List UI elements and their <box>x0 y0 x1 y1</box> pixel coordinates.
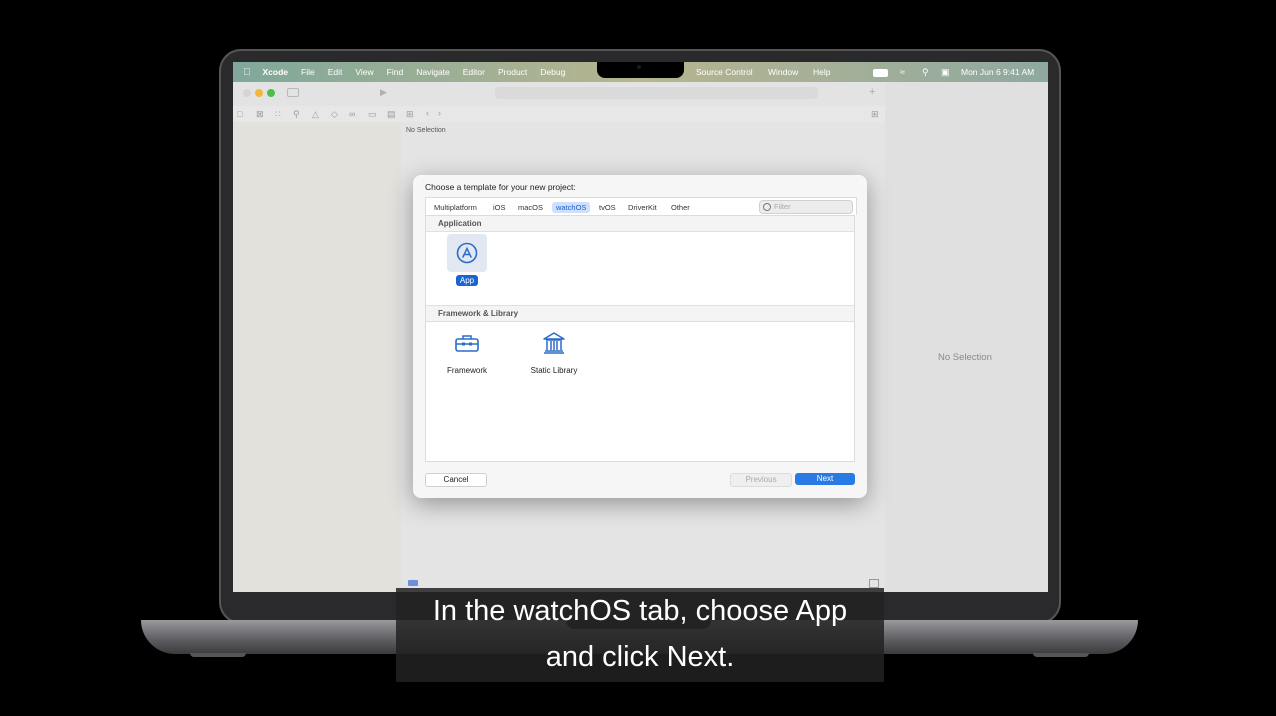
window-close-button[interactable] <box>243 89 251 97</box>
next-button[interactable]: Next <box>795 473 855 485</box>
menu-help[interactable]: Help <box>813 67 830 77</box>
menu-edit[interactable]: Edit <box>328 67 343 77</box>
camera-notch <box>597 62 684 78</box>
symbol-navigator-icon[interactable]: ∷ <box>275 109 281 120</box>
caption-line-1: In the watchOS tab, choose App <box>432 595 848 627</box>
menu-file[interactable]: File <box>301 67 315 77</box>
window-minimize-button[interactable] <box>255 89 263 97</box>
battery-icon[interactable] <box>873 69 888 77</box>
template-static-library[interactable]: Static Library <box>524 324 584 376</box>
menu-debug[interactable]: Debug <box>540 67 565 77</box>
new-project-template-dialog: Choose a template for your new project: … <box>413 175 867 498</box>
inspector-pane: No Selection <box>885 82 1048 592</box>
find-navigator-icon[interactable]: ⚲ <box>293 109 300 120</box>
platform-tabs: Multiplatform iOS macOS watchOS tvOS Dri… <box>425 197 857 215</box>
tab-tvos[interactable]: tvOS <box>595 202 620 213</box>
tab-watchos[interactable]: watchOS <box>552 202 591 213</box>
section-framework-library: Framework & Library <box>426 305 854 322</box>
previous-button[interactable]: Previous <box>730 473 792 487</box>
toolbox-icon <box>447 324 487 362</box>
filter-field[interactable]: Filter <box>759 200 853 214</box>
tab-ios[interactable]: iOS <box>489 202 510 213</box>
forward-icon[interactable]: › <box>438 108 441 118</box>
section-application: Application <box>426 216 854 232</box>
spotlight-search-icon[interactable]: ⚲ <box>922 67 929 78</box>
activity-view <box>495 87 818 99</box>
breakpoint-navigator-icon[interactable]: ▭ <box>368 109 377 120</box>
inspector-no-selection: No Selection <box>938 352 992 363</box>
tab-other[interactable]: Other <box>667 202 694 213</box>
menu-view[interactable]: View <box>355 67 373 77</box>
tab-macos[interactable]: macOS <box>514 202 547 213</box>
template-app-label: App <box>455 275 479 286</box>
cancel-button[interactable]: Cancel <box>425 473 487 487</box>
menu-find[interactable]: Find <box>387 67 404 77</box>
menu-window[interactable]: Window <box>768 67 798 77</box>
template-static-library-label: Static Library <box>530 366 578 375</box>
menu-product[interactable]: Product <box>498 67 527 77</box>
library-add-icon[interactable]: + <box>869 86 875 98</box>
window-zoom-button[interactable] <box>267 89 275 97</box>
debug-area-icon[interactable] <box>408 580 418 586</box>
filter-placeholder: Filter <box>774 202 791 211</box>
report-navigator-icon[interactable]: ▤ <box>387 109 396 120</box>
menu-editor[interactable]: Editor <box>463 67 485 77</box>
test-navigator-icon[interactable]: ◇ <box>331 109 338 120</box>
template-framework-label: Framework <box>446 366 487 375</box>
laptop-foot-left <box>190 653 246 657</box>
tab-multiplatform[interactable]: Multiplatform <box>430 202 481 213</box>
menu-app-name[interactable]: Xcode <box>263 67 289 77</box>
template-list: Application App Framework & Library Fram… <box>425 215 855 462</box>
menu-source-control[interactable]: Source Control <box>696 67 753 77</box>
caption-line-2: and click Next. <box>545 641 735 673</box>
source-control-navigator-icon[interactable]: ⊠ <box>256 109 264 120</box>
control-center-icon[interactable]: ▣ <box>941 67 950 78</box>
menu-navigate[interactable]: Navigate <box>416 67 450 77</box>
navigator-pane <box>233 122 401 592</box>
tab-driverkit[interactable]: DriverKit <box>624 202 661 213</box>
editor-no-selection: No Selection <box>406 127 446 134</box>
split-toggle-icon[interactable] <box>869 579 879 588</box>
back-icon[interactable]: ‹ <box>426 108 429 118</box>
run-icon[interactable]: ▶ <box>380 87 387 98</box>
sidebar-toggle-icon[interactable] <box>287 88 299 97</box>
project-navigator-icon[interactable]: □ <box>237 109 242 119</box>
issue-navigator-icon[interactable]: △ <box>312 109 319 120</box>
subtitle-caption: In the watchOS tab, choose App and click… <box>396 588 884 682</box>
related-items-icon[interactable]: ⊞ <box>406 109 414 120</box>
editor-options-icon[interactable]: ⊞ <box>871 109 879 120</box>
laptop-foot-right <box>1033 653 1089 657</box>
apple-icon[interactable]:  <box>243 67 251 78</box>
library-icon <box>534 324 574 362</box>
app-store-icon <box>447 234 487 272</box>
menu-datetime[interactable]: Mon Jun 6 9:41 AM <box>961 67 1034 77</box>
wifi-icon[interactable]: ≈ <box>900 67 905 77</box>
template-app[interactable]: App <box>446 234 488 286</box>
filter-icon <box>763 203 771 211</box>
debug-navigator-icon[interactable]: ∞ <box>349 109 355 119</box>
template-framework[interactable]: Framework <box>441 324 493 376</box>
camera-dot <box>637 65 641 69</box>
dialog-title: Choose a template for your new project: <box>425 182 576 192</box>
